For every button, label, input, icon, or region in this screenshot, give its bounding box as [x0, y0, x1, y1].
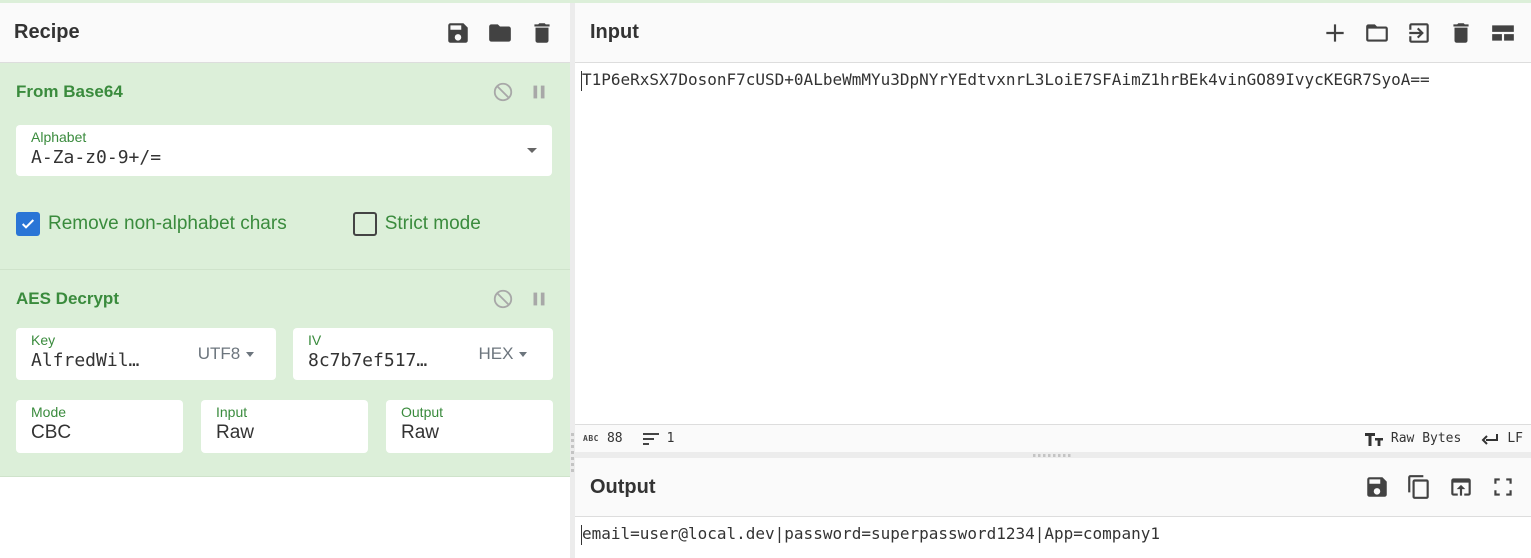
resize-handle[interactable]	[571, 433, 574, 475]
resize-handle[interactable]	[1033, 454, 1073, 457]
operation-from-base64[interactable]: From Base64 Alphabet A-Za-z0-9+/= Remove…	[0, 63, 570, 270]
mode-select[interactable]: Mode CBC	[16, 400, 183, 453]
disable-icon[interactable]	[492, 288, 514, 310]
output-title: Output	[590, 475, 656, 498]
key-input[interactable]: AlfredWil…	[31, 350, 161, 371]
plus-icon[interactable]	[1321, 19, 1349, 47]
iv-encoding-dropdown[interactable]: HEX	[453, 328, 553, 380]
input-format-select[interactable]: Input Raw	[201, 400, 368, 453]
iv-label: IV	[308, 332, 322, 348]
recipe-header: Recipe	[0, 3, 570, 63]
encoding-value: Raw Bytes	[1390, 431, 1462, 446]
input-format-label: Input	[216, 404, 248, 420]
operation-title: AES Decrypt	[16, 289, 119, 308]
text-format-icon	[1364, 432, 1383, 446]
iv-field[interactable]: IV 8c7b7ef517… HEX	[293, 328, 553, 380]
output-format-label: Output	[401, 404, 444, 420]
import-icon[interactable]	[1405, 19, 1433, 47]
mode-label: Mode	[31, 404, 67, 420]
recipe-title: Recipe	[14, 21, 80, 43]
iv-encoding-value: HEX	[478, 344, 514, 363]
folder-icon[interactable]	[1363, 19, 1391, 47]
line-count-value: 1	[666, 431, 675, 446]
abc-icon: ABC	[583, 434, 599, 443]
checkbox-checked-icon[interactable]	[16, 212, 40, 236]
input-textarea[interactable]: T1P6eRxSX7DosonF7cUSD+0ALbeWmMYu3DpNYrYE…	[575, 63, 1531, 91]
fullscreen-icon[interactable]	[1489, 473, 1517, 501]
line-count: 1	[642, 431, 675, 446]
chevron-down-icon	[246, 351, 255, 357]
alphabet-value: A-Za-z0-9+/=	[31, 147, 162, 168]
key-label: Key	[31, 332, 56, 348]
output-format-value: Raw	[401, 422, 440, 443]
return-icon	[1481, 433, 1499, 445]
operation-aes-decrypt[interactable]: AES Decrypt Key AlfredWil… UTF8 IV 8c7b7…	[0, 270, 570, 477]
copy-icon[interactable]	[1405, 473, 1433, 501]
cyberchef-app: Recipe From Base64 Alphabet A-Za-z0-9+/=…	[0, 0, 1531, 558]
disable-icon[interactable]	[492, 81, 514, 103]
char-count: ABC 88	[583, 431, 623, 446]
input-header: Input	[575, 3, 1531, 63]
trash-icon[interactable]	[528, 19, 556, 47]
strict-mode-label: Strict mode	[384, 213, 481, 234]
lines-icon	[642, 432, 659, 445]
key-encoding-value: UTF8	[197, 344, 241, 363]
iv-input[interactable]: 8c7b7ef517…	[308, 350, 438, 371]
alphabet-label: Alphabet	[31, 129, 87, 145]
layout-icon[interactable]	[1489, 19, 1517, 47]
pause-icon[interactable]	[528, 81, 550, 103]
mode-value: CBC	[31, 422, 72, 443]
recipe-pane: Recipe From Base64 Alphabet A-Za-z0-9+/=…	[0, 3, 570, 558]
save-icon[interactable]	[1363, 473, 1391, 501]
save-icon[interactable]	[444, 19, 472, 47]
pause-icon[interactable]	[528, 288, 550, 310]
key-encoding-dropdown[interactable]: UTF8	[176, 328, 276, 380]
output-format-select[interactable]: Output Raw	[386, 400, 553, 453]
input-title: Input	[590, 21, 639, 43]
eol-value: LF	[1507, 431, 1523, 446]
strict-mode-checkbox[interactable]: Strict mode	[352, 212, 481, 236]
key-field[interactable]: Key AlfredWil… UTF8	[16, 328, 276, 380]
input-status-bar: ABC 88 1 Raw Bytes LF	[575, 424, 1531, 452]
folder-icon[interactable]	[486, 19, 514, 47]
operation-title: From Base64	[16, 82, 123, 101]
checkbox-unchecked-icon[interactable]	[352, 212, 377, 236]
output-pane: Output email=user@local.dev|password=sup…	[575, 458, 1531, 558]
encoding-selector[interactable]: Raw Bytes	[1364, 431, 1462, 446]
eol-selector[interactable]: LF	[1481, 431, 1523, 446]
chevron-down-icon	[519, 351, 528, 357]
output-textarea[interactable]: email=user@local.dev|password=superpassw…	[575, 517, 1531, 545]
output-header: Output	[575, 458, 1531, 517]
replace-input-icon[interactable]	[1447, 473, 1475, 501]
char-count-value: 88	[606, 431, 623, 446]
remove-non-alphabet-label: Remove non-alphabet chars	[48, 213, 287, 234]
chevron-down-icon	[527, 148, 537, 153]
input-format-value: Raw	[216, 422, 255, 443]
alphabet-select[interactable]: Alphabet A-Za-z0-9+/=	[16, 125, 552, 176]
trash-icon[interactable]	[1447, 19, 1475, 47]
remove-non-alphabet-checkbox[interactable]: Remove non-alphabet chars	[16, 212, 287, 236]
input-pane: Input T1P6eRxSX7DosonF7cUSD+0ALbeWmMYu3D…	[575, 3, 1531, 452]
